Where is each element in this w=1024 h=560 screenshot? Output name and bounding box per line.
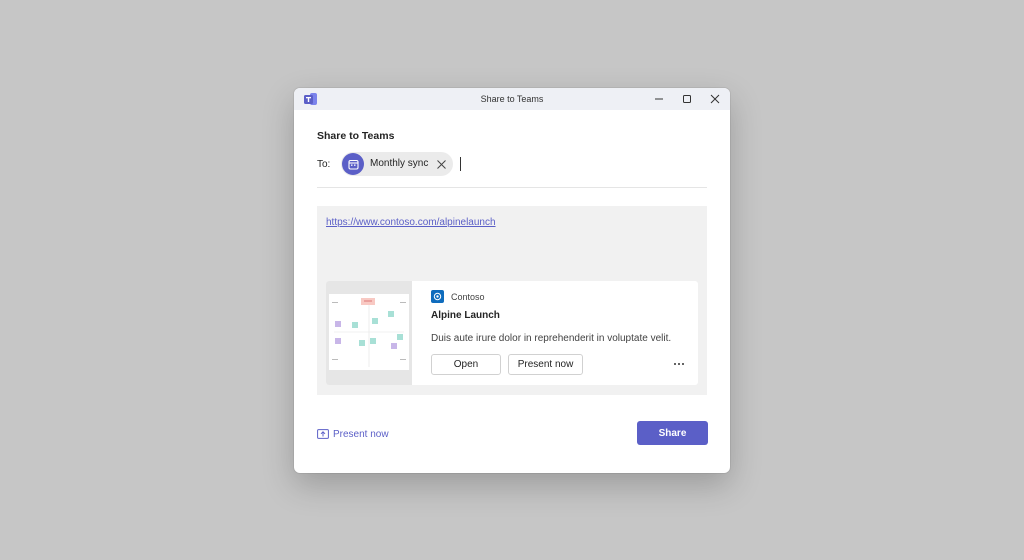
more-horizontal-icon xyxy=(674,363,684,365)
whiteboard-thumbnail-image xyxy=(329,294,409,370)
share-dialog-window: Share to Teams Share to Teams To: Monthl… xyxy=(294,88,730,473)
provider-name: Contoso xyxy=(451,292,485,302)
recipient-chip[interactable]: Monthly sync xyxy=(341,152,453,176)
recipient-input-caret[interactable] xyxy=(460,157,461,171)
footer-present-now-label: Present now xyxy=(333,428,389,440)
share-screen-icon xyxy=(317,429,329,439)
whiteboard-thumbnail xyxy=(326,281,412,385)
card-description: Duis aute irure dolor in reprehenderit i… xyxy=(431,333,672,344)
link-preview-card: Contoso Alpine Launch Duis aute irure do… xyxy=(326,281,698,385)
minimize-button[interactable] xyxy=(645,88,673,110)
open-button[interactable]: Open xyxy=(431,354,501,375)
recipient-label: Monthly sync xyxy=(370,158,429,169)
recipient-avatar xyxy=(342,153,364,175)
maximize-button[interactable] xyxy=(673,88,701,110)
contoso-glyph-icon xyxy=(433,292,442,301)
more-options-button[interactable] xyxy=(671,357,687,371)
footer-present-now-link[interactable]: Present now xyxy=(317,427,389,441)
to-label: To: xyxy=(317,159,331,170)
calendar-icon xyxy=(347,159,359,170)
close-icon xyxy=(710,94,720,104)
minimize-icon xyxy=(655,98,663,100)
message-preview: https://www.contoso.com/alpinelaunch Con… xyxy=(317,206,707,395)
remove-recipient-button[interactable] xyxy=(435,158,447,170)
header-divider xyxy=(317,187,707,188)
share-button[interactable]: Share xyxy=(637,421,708,445)
card-content: Contoso Alpine Launch Duis aute irure do… xyxy=(431,281,698,385)
close-window-button[interactable] xyxy=(701,88,729,110)
maximize-icon xyxy=(683,95,691,103)
card-title: Alpine Launch xyxy=(431,310,500,321)
card-present-now-button[interactable]: Present now xyxy=(508,354,583,375)
contoso-logo-icon xyxy=(431,290,444,303)
dismiss-icon xyxy=(436,159,446,169)
shared-url-link[interactable]: https://www.contoso.com/alpinelaunch xyxy=(326,217,496,228)
dialog-heading: Share to Teams xyxy=(317,130,395,142)
title-bar[interactable]: Share to Teams xyxy=(294,88,730,110)
